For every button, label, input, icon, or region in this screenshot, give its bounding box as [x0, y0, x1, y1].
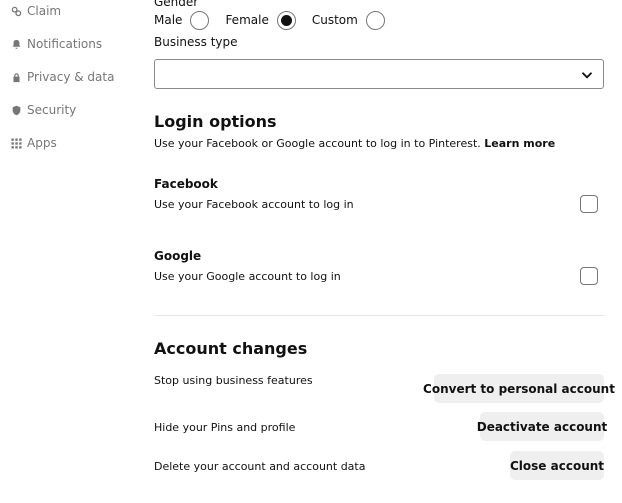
convert-to-personal-button[interactable]: Convert to personal account	[423, 374, 615, 403]
radio-custom[interactable]	[365, 10, 385, 30]
login-options-description: Use your Facebook or Google account to l…	[154, 137, 556, 150]
lock-icon	[10, 71, 22, 83]
account-changes-heading: Account changes	[154, 339, 308, 358]
learn-more-link[interactable]: Learn more	[484, 137, 555, 150]
radio-female[interactable]	[276, 10, 296, 30]
radio-label: Custom	[311, 13, 358, 27]
radio-male[interactable]	[190, 10, 210, 30]
facebook-heading: Facebook	[154, 177, 218, 191]
sidebar-item-label: Claim	[27, 4, 62, 18]
section-divider	[154, 315, 604, 316]
gender-option-male[interactable]: Male	[154, 10, 210, 30]
stop-business-text: Stop using business features	[154, 374, 313, 387]
settings-main: Gender Male Female Custom Business type …	[154, 0, 615, 503]
facebook-description: Use your Facebook account to log in	[154, 198, 354, 211]
grid-icon	[10, 137, 22, 149]
shield-icon	[10, 104, 22, 116]
gender-option-female[interactable]: Female	[225, 10, 296, 30]
close-account-button[interactable]: Close account	[510, 451, 604, 480]
sidebar-item-label: Privacy & data	[27, 70, 115, 84]
sidebar-item-privacy-data[interactable]: Privacy & data	[10, 68, 114, 86]
sidebar-item-label: Apps	[27, 136, 57, 150]
business-type-select[interactable]	[154, 59, 604, 89]
deactivate-account-button[interactable]: Deactivate account	[477, 412, 607, 441]
sidebar-item-label: Security	[27, 103, 77, 117]
radio-label: Male	[154, 13, 183, 27]
chevron-down-icon	[581, 72, 593, 79]
sidebar-item-label: Notifications	[27, 37, 103, 51]
login-options-heading: Login options	[154, 112, 277, 131]
google-login-checkbox[interactable]	[580, 267, 598, 285]
sidebar-item-security[interactable]: Security	[10, 101, 76, 119]
sidebar-item-notifications[interactable]: Notifications	[10, 35, 102, 53]
gender-option-custom[interactable]: Custom	[311, 10, 385, 30]
google-heading: Google	[154, 249, 202, 263]
radio-label: Female	[225, 13, 269, 27]
bell-icon	[10, 38, 22, 50]
sidebar-item-claim[interactable]: Claim	[10, 2, 61, 20]
delete-account-text: Delete your account and account data	[154, 460, 366, 473]
claim-icon	[10, 5, 22, 17]
hide-pins-text: Hide your Pins and profile	[154, 421, 296, 434]
sidebar-item-apps[interactable]: Apps	[10, 134, 57, 152]
gender-label: Gender	[154, 0, 199, 9]
gender-radio-group: Male Female Custom	[154, 10, 401, 30]
google-description: Use your Google account to log in	[154, 270, 341, 283]
facebook-login-checkbox[interactable]	[580, 195, 598, 213]
business-type-label: Business type	[154, 35, 238, 49]
